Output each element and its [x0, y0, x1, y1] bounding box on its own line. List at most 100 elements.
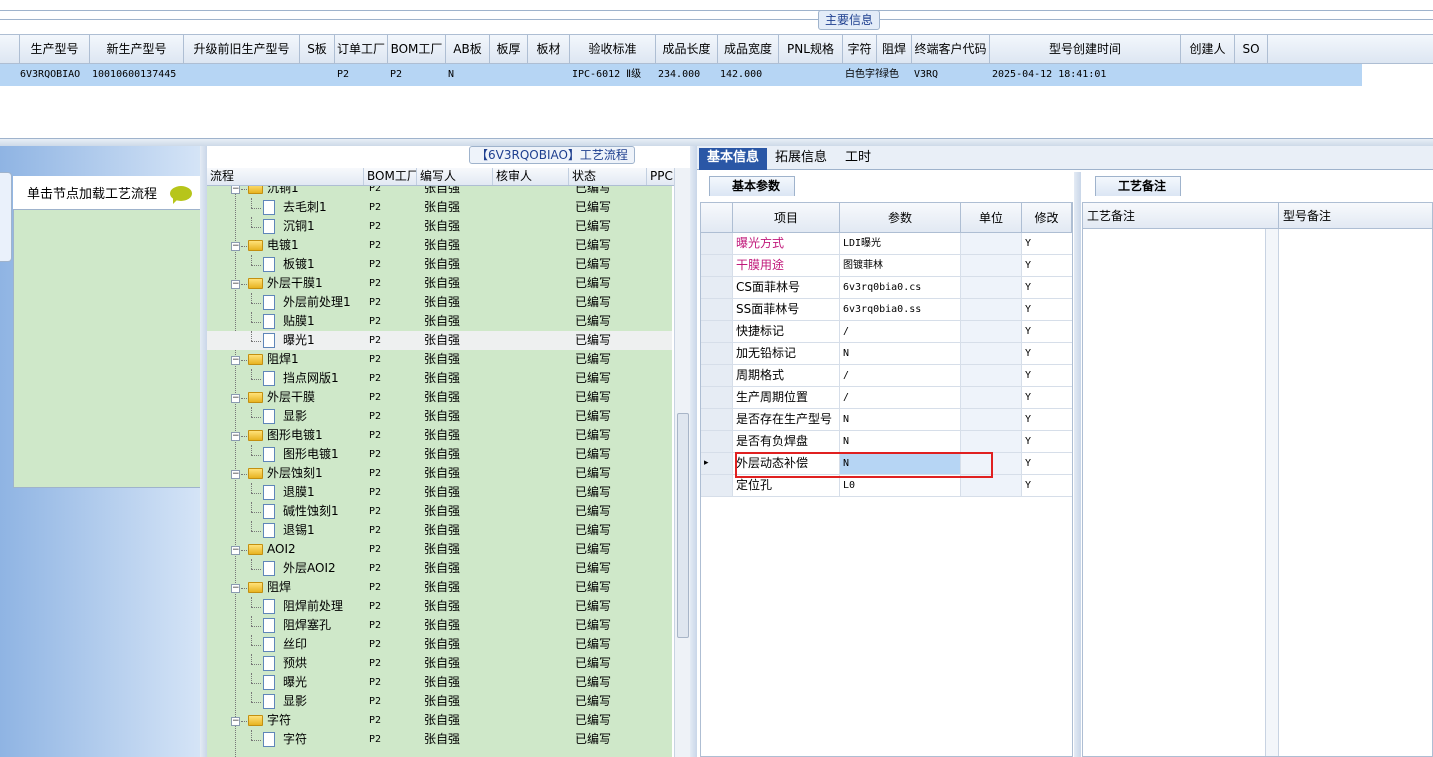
expand-toggle[interactable]: − [231, 280, 240, 289]
tree-node-label[interactable]: 外层干膜 [267, 388, 315, 407]
param-unit[interactable] [961, 343, 1022, 364]
tab-work-hours[interactable]: 工时 [837, 148, 879, 170]
expand-toggle[interactable]: − [231, 242, 240, 251]
tree-col-header[interactable]: PPC [647, 168, 675, 185]
params-col-header[interactable]: 参数 [840, 203, 961, 233]
right-splitter[interactable] [1074, 172, 1081, 757]
tree-row[interactable]: 挡点网版1 P2 张自强 已编写 [207, 369, 672, 388]
param-unit[interactable] [961, 255, 1022, 276]
main-cell[interactable]: 2025-04-12 18:41:01 [992, 64, 1183, 86]
tree-col-header[interactable]: 流程 [207, 168, 364, 185]
tree-node-label[interactable]: 阻焊前处理 [283, 597, 343, 616]
param-row[interactable]: 干膜用途 图镀菲林 Y [701, 255, 1072, 277]
tree-row[interactable]: 外层前处理1 P2 张自强 已编写 [207, 293, 672, 312]
param-edit[interactable]: Y [1022, 431, 1072, 452]
main-col-header[interactable]: 字符 [843, 35, 877, 64]
tree-node-label[interactable]: 退膜1 [283, 483, 315, 502]
main-cell[interactable] [1183, 64, 1237, 86]
param-row[interactable]: 加无铅标记 N Y [701, 343, 1072, 365]
tree-node-label[interactable]: 外层蚀刻1 [267, 464, 323, 483]
tree-node-label[interactable]: 退锡1 [283, 521, 315, 540]
tree-node-label[interactable]: 阻焊1 [267, 350, 299, 369]
tree-node-label[interactable]: 丝印 [283, 635, 307, 654]
main-col-header[interactable]: AB板 [446, 35, 490, 64]
main-col-header[interactable]: 验收标准 [570, 35, 656, 64]
main-col-header[interactable]: 订单工厂 [335, 35, 388, 64]
main-col-header[interactable]: 生产型号 [20, 35, 90, 64]
notes-scrollbar[interactable] [1265, 229, 1279, 756]
tree-col-header[interactable]: 编写人 [417, 168, 493, 185]
param-value[interactable]: N [840, 409, 961, 430]
expand-toggle[interactable]: − [231, 186, 240, 194]
expand-toggle[interactable]: − [231, 432, 240, 441]
tree-row[interactable]: 退膜1 P2 张自强 已编写 [207, 483, 672, 502]
tree-node-label[interactable]: 电镀1 [267, 236, 299, 255]
param-unit[interactable] [961, 431, 1022, 452]
main-cell[interactable]: V3RQ [914, 64, 992, 86]
tree-row[interactable]: 曝光1 P2 张自强 已编写 [207, 331, 672, 350]
param-row[interactable]: 是否有负焊盘 N Y [701, 431, 1072, 453]
tree-node-label[interactable]: 贴膜1 [283, 312, 315, 331]
param-value[interactable]: N [840, 343, 961, 364]
param-value[interactable]: / [840, 387, 961, 408]
main-cell[interactable] [492, 64, 530, 86]
tree-node-label[interactable]: 阻焊 [267, 578, 291, 597]
main-col-header[interactable]: 升级前旧生产型号 [184, 35, 300, 64]
tree-row[interactable]: − 阻焊 P2 张自强 已编写 [207, 578, 672, 597]
main-col-header[interactable]: 创建人 [1181, 35, 1235, 64]
main-cell[interactable] [781, 64, 845, 86]
param-unit[interactable] [961, 299, 1022, 320]
expand-toggle[interactable]: − [231, 356, 240, 365]
tree-node-label[interactable]: 图形电镀1 [267, 426, 323, 445]
tree-node-label[interactable]: 预烘 [283, 654, 307, 673]
tree-row[interactable]: 显影 P2 张自强 已编写 [207, 692, 672, 711]
param-unit[interactable] [961, 321, 1022, 342]
tree-node-label[interactable]: 显影 [283, 407, 307, 426]
tree-node-label[interactable]: 曝光 [283, 673, 307, 692]
main-col-header[interactable]: BOM工厂 [388, 35, 446, 64]
param-row[interactable]: SS面菲林号 6v3rq0bia0.ss Y [701, 299, 1072, 321]
tree-node-label[interactable]: 板镀1 [283, 255, 315, 274]
param-unit[interactable] [961, 233, 1022, 254]
main-col-header[interactable]: 新生产型号 [90, 35, 184, 64]
main-cell[interactable] [530, 64, 572, 86]
tree-scrollbar[interactable] [674, 168, 690, 757]
expand-toggle[interactable]: − [231, 470, 240, 479]
param-value[interactable]: / [840, 365, 961, 386]
tree-col-header[interactable]: BOM工厂 [364, 168, 417, 185]
param-row[interactable]: 定位孔 L0 Y [701, 475, 1072, 497]
tree-node-label[interactable]: 字符 [283, 730, 307, 749]
tree-row[interactable]: − 字符 P2 张自强 已编写 [207, 711, 672, 730]
main-col-header[interactable]: 成品宽度 [718, 35, 779, 64]
param-unit[interactable] [961, 409, 1022, 430]
tree-row[interactable]: − 图形电镀1 P2 张自强 已编写 [207, 426, 672, 445]
tree-body[interactable]: − 沉铜1 P2 张自强 已编写 去毛刺1 P2 张自强 已编写 沉铜1 P2 张自强 已编写 − 电镀1 P… [207, 186, 672, 757]
tree-row[interactable]: − 沉铜1 P2 张自强 已编写 [207, 186, 672, 198]
tree-row[interactable]: 显影 P2 张自强 已编写 [207, 407, 672, 426]
expand-toggle[interactable]: − [231, 546, 240, 555]
tab-extended-info[interactable]: 拓展信息 [767, 148, 835, 170]
tree-row[interactable]: 阻焊前处理 P2 张自强 已编写 [207, 597, 672, 616]
tree-node-label[interactable]: 外层前处理1 [283, 293, 351, 312]
tree-row[interactable]: 贴膜1 P2 张自强 已编写 [207, 312, 672, 331]
main-cell[interactable]: 6V3RQOBIAO [20, 64, 90, 86]
tree-node-label[interactable]: 字符 [267, 711, 291, 730]
tree-node-label[interactable]: 碱性蚀刻1 [283, 502, 339, 521]
param-value[interactable]: 6v3rq0bia0.cs [840, 277, 961, 298]
tree-row[interactable]: 字符 P2 张自强 已编写 [207, 730, 672, 749]
middle-splitter[interactable] [690, 146, 697, 757]
tree-node-label[interactable]: 显影 [283, 692, 307, 711]
main-cell[interactable]: N [448, 64, 492, 86]
main-cell[interactable]: IPC-6012 Ⅱ级 [572, 64, 658, 86]
tree-row[interactable]: 板镀1 P2 张自强 已编写 [207, 255, 672, 274]
params-col-header[interactable]: 修改 [1022, 203, 1072, 233]
tree-row[interactable]: 去毛刺1 P2 张自强 已编写 [207, 198, 672, 217]
main-cell[interactable] [1237, 64, 1270, 86]
tree-row[interactable]: 预烘 P2 张自强 已编写 [207, 654, 672, 673]
tree-row[interactable]: − 外层干膜1 P2 张自强 已编写 [207, 274, 672, 293]
main-cell[interactable]: 234.000 [658, 64, 720, 86]
param-unit[interactable] [961, 277, 1022, 298]
param-edit[interactable]: Y [1022, 365, 1072, 386]
param-edit[interactable]: Y [1022, 409, 1072, 430]
main-cell[interactable]: P2 [390, 64, 448, 86]
